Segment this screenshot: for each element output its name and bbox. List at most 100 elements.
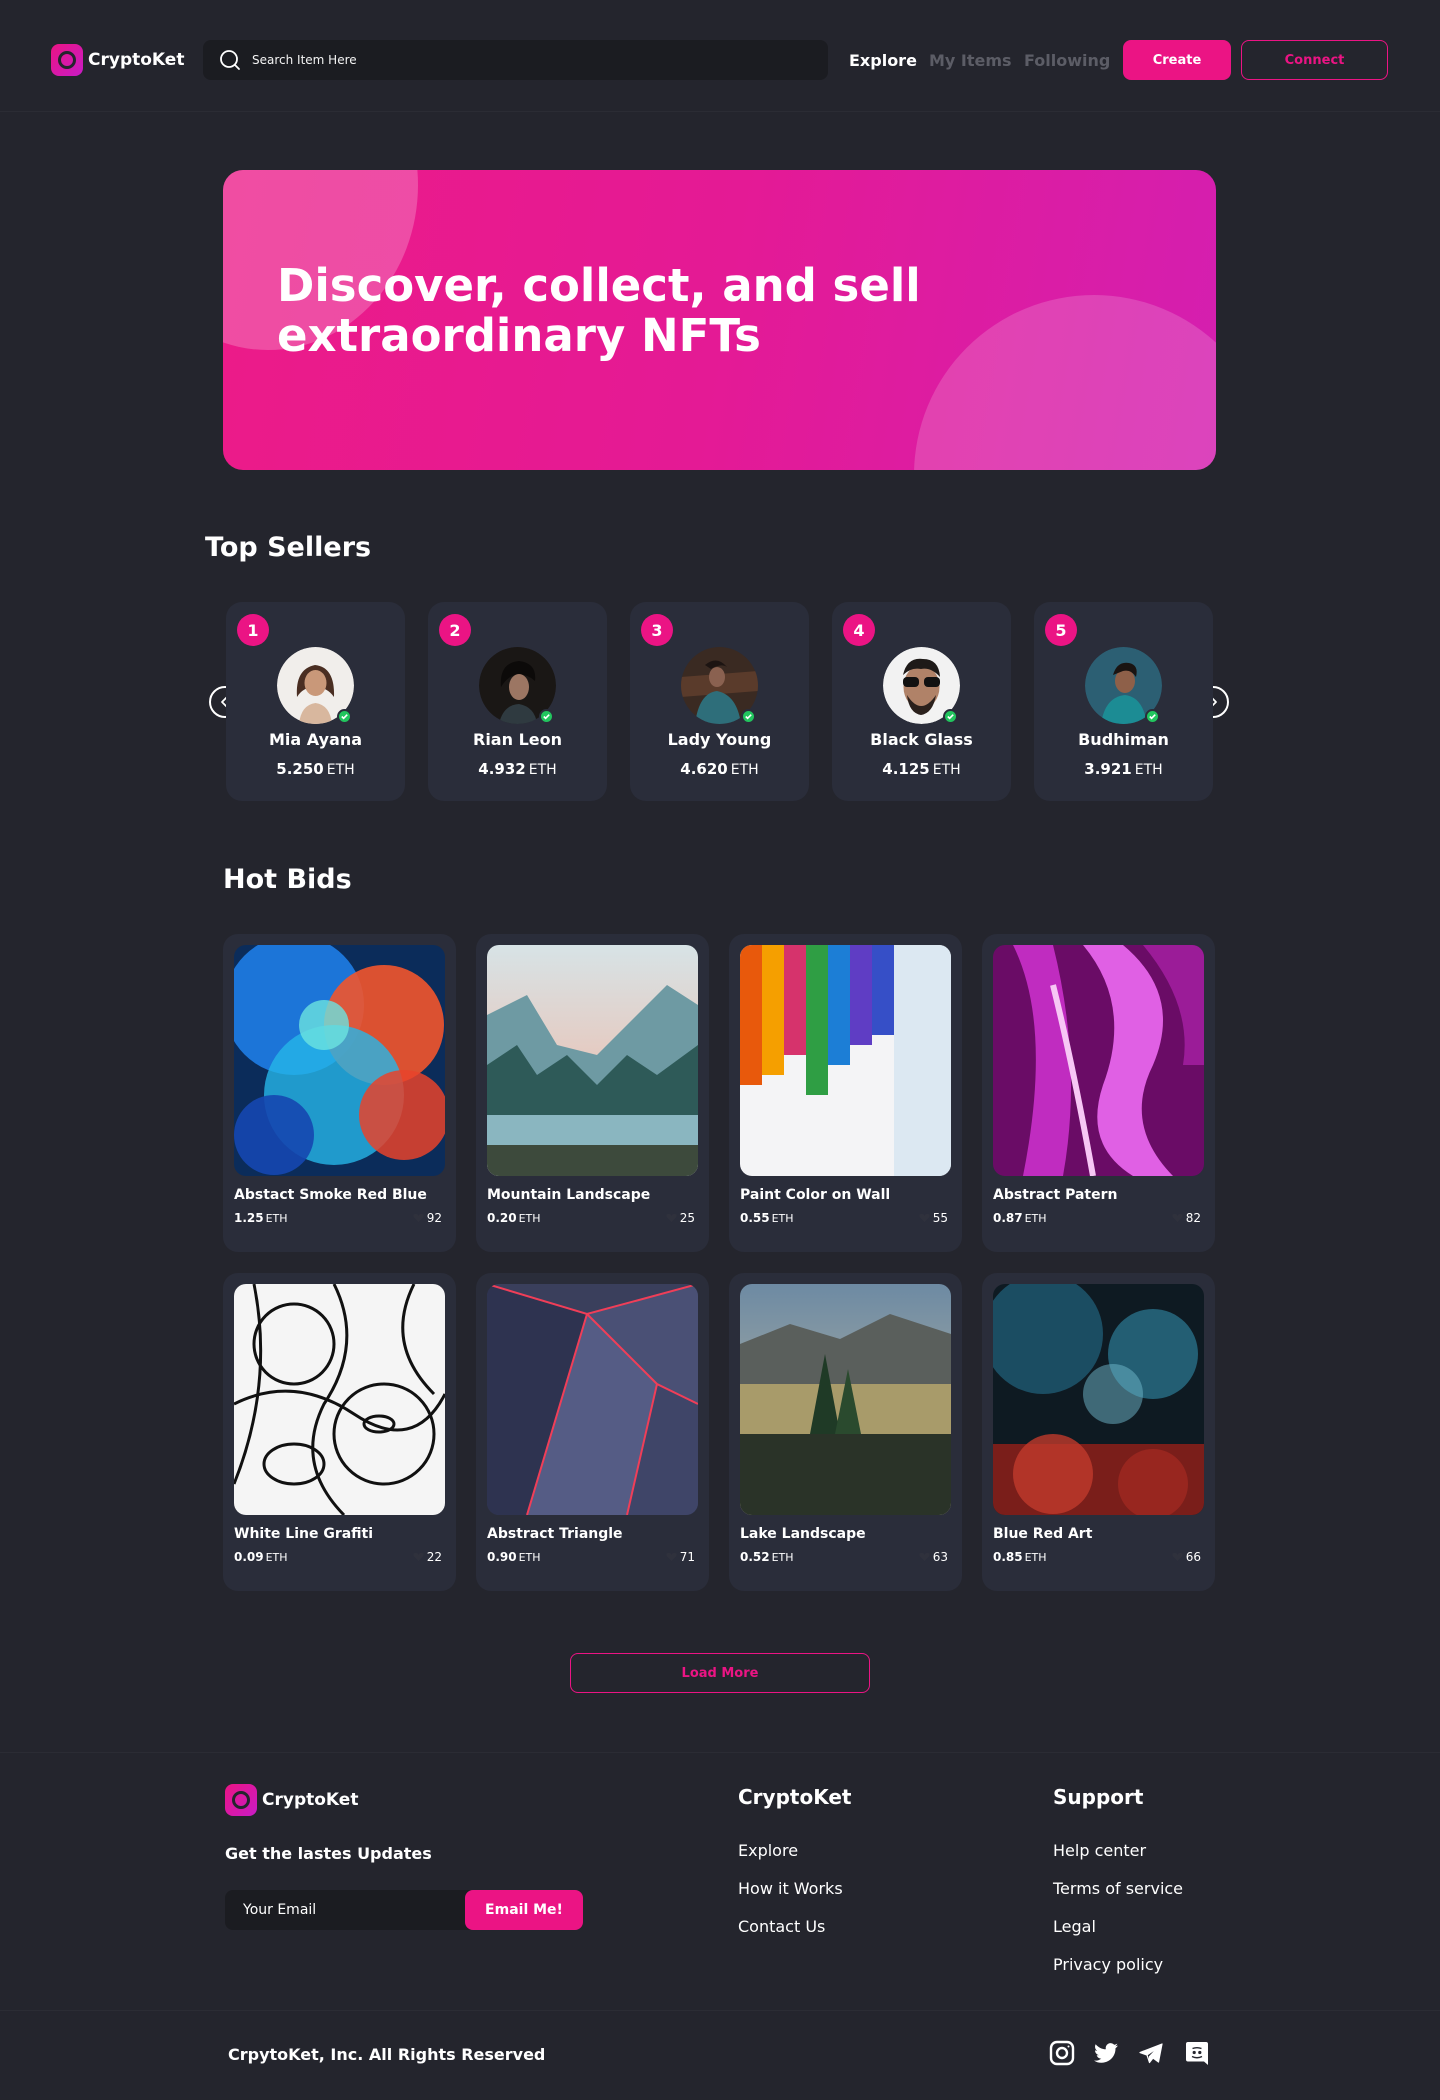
nft-price: 0.52 ETH bbox=[740, 1550, 794, 1564]
connect-button[interactable]: Connect bbox=[1241, 40, 1388, 80]
nft-image bbox=[487, 945, 698, 1176]
nft-likes[interactable]: 82 bbox=[1172, 1211, 1201, 1225]
footer-divider bbox=[0, 1752, 1440, 1753]
nft-likes[interactable]: 25 bbox=[666, 1211, 695, 1225]
footer-link-explore[interactable]: Explore bbox=[738, 1841, 798, 1860]
instagram-icon[interactable] bbox=[1048, 2039, 1076, 2067]
nft-price: 0.20 ETH bbox=[487, 1211, 541, 1225]
seller-rank-badge: 4 bbox=[843, 614, 875, 646]
email-me-button[interactable]: Email Me! bbox=[465, 1890, 583, 1930]
telegram-icon[interactable] bbox=[1137, 2039, 1165, 2067]
nft-image bbox=[487, 1284, 698, 1515]
nav-explore[interactable]: Explore bbox=[849, 51, 917, 70]
seller-card[interactable]: 2 Rian Leon 4.932 ETH bbox=[428, 602, 607, 801]
email-input[interactable] bbox=[243, 1890, 443, 1930]
hero-banner: Discover, collect, and sell extraordinar… bbox=[223, 170, 1216, 470]
heart-icon bbox=[413, 1552, 424, 1562]
nav-my-items[interactable]: My Items bbox=[929, 51, 1012, 70]
seller-price: 4.932 ETH bbox=[478, 760, 557, 778]
nft-likes[interactable]: 22 bbox=[413, 1550, 442, 1564]
create-button[interactable]: Create bbox=[1123, 40, 1231, 80]
nft-likes[interactable]: 92 bbox=[413, 1211, 442, 1225]
nft-price: 0.85 ETH bbox=[993, 1550, 1047, 1564]
search-bar bbox=[203, 40, 828, 80]
nft-card[interactable]: Abstract Patern 0.87 ETH 82 bbox=[982, 934, 1215, 1252]
footer-column-heading: CryptoKet bbox=[738, 1785, 852, 1809]
nft-image bbox=[740, 945, 951, 1176]
seller-rank-badge: 1 bbox=[237, 614, 269, 646]
nft-price: 0.90 ETH bbox=[487, 1550, 541, 1564]
heart-icon bbox=[413, 1213, 424, 1223]
footer-brand-logo[interactable]: CryptoKet bbox=[225, 1784, 358, 1816]
nft-title: Abstact Smoke Red Blue bbox=[234, 1187, 427, 1203]
seller-name: Mia Ayana bbox=[269, 730, 362, 749]
brand-logo[interactable]: CryptoKet bbox=[51, 44, 184, 76]
nft-card[interactable]: Lake Landscape 0.52 ETH 63 bbox=[729, 1273, 962, 1591]
nft-price: 0.87 ETH bbox=[993, 1211, 1047, 1225]
seller-card[interactable]: 5 Budhiman 3.921 ETH bbox=[1034, 602, 1213, 801]
seller-card[interactable]: 3 Lady Young 4.620 ETH bbox=[630, 602, 809, 801]
heart-icon bbox=[1172, 1213, 1183, 1223]
verified-icon bbox=[741, 709, 756, 724]
footer-link-privacy[interactable]: Privacy policy bbox=[1053, 1955, 1163, 1974]
verified-icon bbox=[943, 709, 958, 724]
footer-link-help-center[interactable]: Help center bbox=[1053, 1841, 1146, 1860]
twitter-icon[interactable] bbox=[1092, 2039, 1120, 2067]
search-icon bbox=[220, 50, 240, 70]
seller-rank-badge: 2 bbox=[439, 614, 471, 646]
nft-card[interactable]: Blue Red Art 0.85 ETH 66 bbox=[982, 1273, 1215, 1591]
nft-likes[interactable]: 63 bbox=[919, 1550, 948, 1564]
nft-likes[interactable]: 55 bbox=[919, 1211, 948, 1225]
verified-icon bbox=[539, 709, 554, 724]
seller-name: Lady Young bbox=[667, 730, 772, 749]
nft-price: 0.09 ETH bbox=[234, 1550, 288, 1564]
footer-link-terms[interactable]: Terms of service bbox=[1053, 1879, 1183, 1898]
nft-image bbox=[234, 945, 445, 1176]
load-more-button[interactable]: Load More bbox=[570, 1653, 870, 1693]
discord-icon[interactable] bbox=[1183, 2039, 1211, 2067]
seller-price: 3.921 ETH bbox=[1084, 760, 1163, 778]
hero-title-line-2: extraordinary NFTs bbox=[277, 309, 761, 362]
nft-image bbox=[993, 1284, 1204, 1515]
logo-icon bbox=[51, 44, 83, 76]
nft-title: White Line Grafiti bbox=[234, 1526, 374, 1542]
nft-card[interactable]: Abstact Smoke Red Blue 1.25 ETH 92 bbox=[223, 934, 456, 1252]
newsletter-label: Get the lastes Updates bbox=[225, 1844, 432, 1863]
footer-link-how-it-works[interactable]: How it Works bbox=[738, 1879, 843, 1898]
copyright-text: CrpytoKet, Inc. All Rights Reserved bbox=[228, 2045, 546, 2064]
seller-price: 5.250 ETH bbox=[276, 760, 355, 778]
seller-card[interactable]: 4 Black Glass 4.125 ETH bbox=[832, 602, 1011, 801]
footer-link-legal[interactable]: Legal bbox=[1053, 1917, 1096, 1936]
verified-icon bbox=[1145, 709, 1160, 724]
seller-rank-badge: 3 bbox=[641, 614, 673, 646]
search-input[interactable] bbox=[252, 53, 752, 67]
nft-title: Abstract Triangle bbox=[487, 1526, 623, 1542]
logo-icon bbox=[225, 1784, 257, 1816]
seller-card[interactable]: 1 Mia Ayana 5.250 ETH bbox=[226, 602, 405, 801]
seller-rank-badge: 5 bbox=[1045, 614, 1077, 646]
newsletter-form: Email Me! bbox=[225, 1890, 583, 1930]
nav-following[interactable]: Following bbox=[1024, 51, 1110, 70]
nft-likes[interactable]: 66 bbox=[1172, 1550, 1201, 1564]
nft-title: Blue Red Art bbox=[993, 1526, 1093, 1542]
navbar: CryptoKet Explore My Items Following Cre… bbox=[0, 0, 1440, 112]
footer-column-heading: Support bbox=[1053, 1785, 1144, 1809]
seller-name: Budhiman bbox=[1078, 730, 1169, 749]
footer-brand-name: CryptoKet bbox=[262, 1790, 359, 1810]
nft-price: 0.55 ETH bbox=[740, 1211, 794, 1225]
heart-icon bbox=[666, 1552, 677, 1562]
nft-image bbox=[234, 1284, 445, 1515]
nft-card[interactable]: White Line Grafiti 0.09 ETH 22 bbox=[223, 1273, 456, 1591]
nft-card[interactable]: Paint Color on Wall 0.55 ETH 55 bbox=[729, 934, 962, 1252]
footer-divider bbox=[0, 2010, 1440, 2011]
nft-image bbox=[993, 945, 1204, 1176]
heart-icon bbox=[1172, 1552, 1183, 1562]
nft-card[interactable]: Mountain Landscape 0.20 ETH 25 bbox=[476, 934, 709, 1252]
nft-likes[interactable]: 71 bbox=[666, 1550, 695, 1564]
brand-name: CryptoKet bbox=[88, 50, 185, 70]
nft-card[interactable]: Abstract Triangle 0.90 ETH 71 bbox=[476, 1273, 709, 1591]
seller-name: Rian Leon bbox=[473, 730, 562, 749]
seller-price: 4.620 ETH bbox=[680, 760, 759, 778]
footer-link-contact-us[interactable]: Contact Us bbox=[738, 1917, 825, 1936]
nft-title: Lake Landscape bbox=[740, 1526, 866, 1542]
